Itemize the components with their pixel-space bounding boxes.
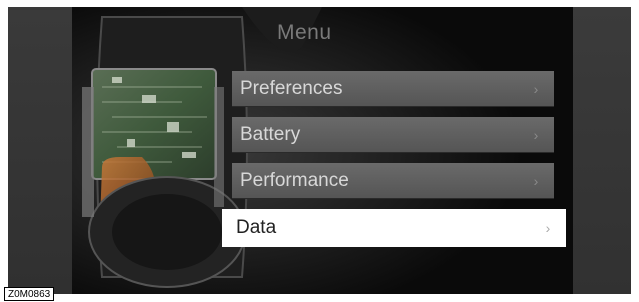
menu-title: Menu bbox=[277, 21, 332, 44]
left-bezel bbox=[8, 7, 72, 294]
menu-item-data[interactable]: Data › bbox=[222, 209, 566, 247]
menu-item-battery[interactable]: Battery › bbox=[232, 117, 554, 153]
chevron-right-icon: › bbox=[533, 172, 539, 189]
menu-item-preferences[interactable]: Preferences › bbox=[232, 71, 554, 107]
menu-item-label: Data bbox=[236, 217, 277, 238]
chevron-right-icon: › bbox=[545, 220, 551, 236]
menu-item-performance[interactable]: Performance › bbox=[232, 163, 554, 199]
menu-item-label: Battery bbox=[240, 123, 301, 145]
menu-item-label: Preferences bbox=[240, 77, 343, 99]
chevron-right-icon: › bbox=[533, 80, 539, 97]
display-panel: Menu Preferences › Battery › Performance… bbox=[8, 7, 631, 294]
chevron-right-icon: › bbox=[533, 126, 539, 143]
screen: Menu Preferences › Battery › Performance… bbox=[72, 7, 573, 294]
image-code-label: Z0M0863 bbox=[4, 287, 55, 301]
right-bezel bbox=[573, 7, 631, 294]
menu-item-label: Performance bbox=[240, 169, 349, 191]
